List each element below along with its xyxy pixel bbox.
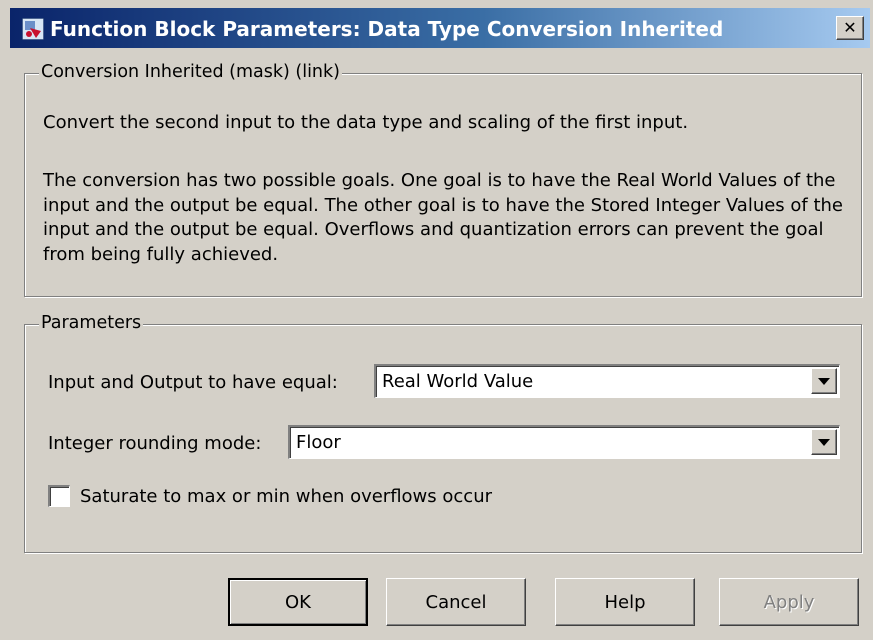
rounding-mode-select[interactable]: Floor (288, 425, 840, 459)
chevron-down-icon (818, 377, 830, 385)
equal-mode-value: Real World Value (382, 371, 534, 392)
rounding-mode-label: Integer rounding mode: (48, 433, 262, 454)
equal-mode-select[interactable]: Real World Value (374, 364, 840, 398)
equal-mode-label: Input and Output to have equal: (48, 372, 338, 393)
ok-button[interactable]: OK (228, 578, 368, 626)
rounding-mode-value: Floor (296, 432, 341, 453)
rounding-mode-dropdown-button[interactable] (811, 429, 837, 455)
saturate-checkbox-label[interactable]: Saturate to max or min when overflows oc… (80, 486, 492, 507)
saturate-checkbox[interactable] (48, 485, 70, 507)
window-title: Function Block Parameters: Data Type Con… (50, 17, 724, 41)
description-group-label: Conversion Inherited (mask) (link) (39, 62, 342, 82)
title-bar[interactable]: Function Block Parameters: Data Type Con… (10, 8, 870, 48)
parameters-group-label: Parameters (39, 313, 144, 333)
simulink-block-icon (21, 17, 45, 41)
description-group: Conversion Inherited (mask) (link) Conve… (24, 62, 862, 297)
close-icon: ✕ (843, 18, 857, 37)
help-button[interactable]: Help (555, 578, 695, 626)
chevron-down-icon (818, 438, 830, 446)
equal-mode-dropdown-button[interactable] (811, 368, 837, 394)
cancel-button[interactable]: Cancel (386, 578, 526, 626)
apply-button[interactable]: Apply (719, 578, 859, 626)
dialog-window: Function Block Parameters: Data Type Con… (0, 0, 873, 640)
close-button[interactable]: ✕ (836, 16, 864, 40)
description-summary: Convert the second input to the data typ… (43, 112, 689, 133)
description-details: The conversion has two possible goals. O… (43, 170, 844, 265)
